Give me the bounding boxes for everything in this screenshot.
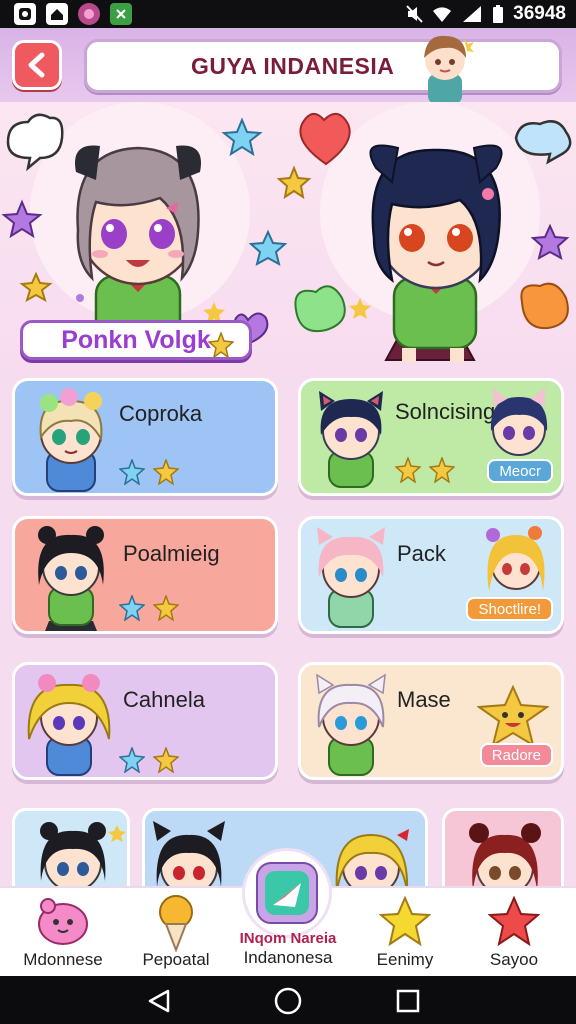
app-notification-icon — [14, 3, 36, 25]
card-name: Coproka — [119, 401, 203, 426]
hero-star-icon — [208, 332, 234, 358]
character-avatar — [27, 674, 111, 776]
card-badge[interactable]: Meocr — [487, 459, 553, 483]
star-icon — [395, 457, 421, 483]
character-avatar — [317, 527, 385, 628]
character-avatar — [316, 673, 386, 776]
card-badge[interactable]: Radore — [479, 743, 553, 767]
app-logo-icon — [256, 862, 318, 924]
hero-character-left[interactable] — [75, 145, 201, 348]
mute-icon — [406, 5, 423, 23]
card-name: Pack — [397, 541, 446, 566]
character-card-mase[interactable]: Mase Radore — [298, 662, 564, 780]
card-name: Poalmieig — [123, 541, 220, 566]
recents-square-icon[interactable] — [396, 989, 420, 1013]
back-triangle-icon[interactable] — [146, 988, 172, 1014]
character-avatar — [39, 388, 103, 492]
character-card-solncising[interactable]: Solncising Meocr — [298, 378, 564, 496]
character-avatar — [38, 526, 104, 631]
star-icon — [153, 459, 179, 485]
character-card-cahnela[interactable]: Cahnela — [12, 662, 278, 780]
battery-icon — [493, 5, 504, 23]
character-avatar-secondary — [486, 526, 545, 591]
home-circle-icon[interactable] — [273, 986, 303, 1016]
flower-notification-icon — [78, 3, 100, 25]
home-notification-icon — [46, 3, 68, 25]
rating-stars — [119, 747, 179, 773]
hero-character-right[interactable] — [369, 144, 503, 363]
character-strip-item[interactable] — [12, 808, 130, 898]
system-navigation-bar — [0, 976, 576, 1024]
character-avatar — [319, 391, 383, 488]
star-icon — [119, 459, 145, 485]
title-bar: GUYA INDANESIA — [84, 39, 562, 93]
wifi-icon — [433, 7, 452, 22]
page-title: GUYA INDANESIA — [191, 52, 395, 79]
card-badge[interactable]: Shoctlire! — [466, 597, 553, 621]
status-bar: 36948 — [0, 0, 576, 28]
character-strip-item[interactable] — [442, 808, 564, 898]
star-icon — [429, 457, 455, 483]
star-icon — [119, 595, 145, 621]
star-icon — [153, 595, 179, 621]
signal-icon — [463, 6, 482, 22]
character-avatar — [40, 822, 126, 892]
character-card-pack[interactable]: Pack Shoctlire! — [298, 516, 564, 634]
card-name: Mase — [397, 687, 451, 712]
card-name: Solncising — [395, 399, 496, 424]
nav-center-title: INqom Nareia — [239, 930, 337, 947]
back-button[interactable] — [12, 40, 62, 90]
character-card-poalmieig[interactable]: Poalmieig — [12, 516, 278, 634]
rating-stars — [119, 459, 179, 485]
star-icon — [153, 747, 179, 773]
rating-stars — [119, 595, 179, 621]
game-notification-icon — [110, 3, 132, 25]
character-avatar — [469, 823, 541, 895]
rating-stars — [395, 457, 455, 483]
nav-label: Indanonesa — [243, 948, 333, 967]
nav-item-indanonesa[interactable] — [242, 848, 332, 938]
app-header: GUYA INDANESIA — [0, 28, 576, 104]
card-name: Cahnela — [123, 687, 205, 712]
chevron-left-icon — [28, 52, 45, 78]
header-avatar[interactable] — [412, 28, 478, 104]
character-avatar-secondary — [490, 387, 548, 456]
character-card-coproka[interactable]: Coproka — [12, 378, 278, 496]
smiley-star-icon — [477, 685, 549, 747]
star-icon — [119, 747, 145, 773]
clock: 36948 — [513, 3, 566, 24]
